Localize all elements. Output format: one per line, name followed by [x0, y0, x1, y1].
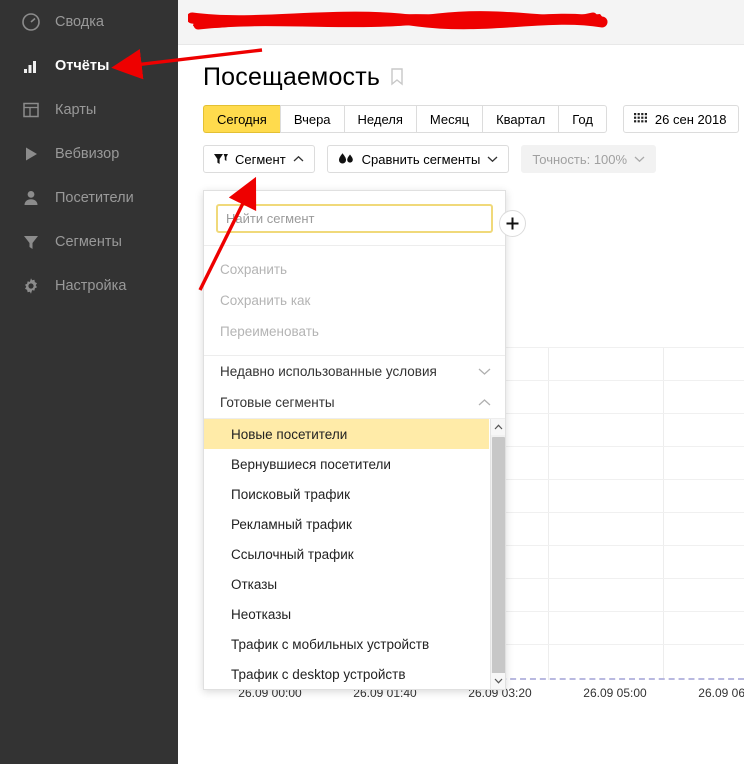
bar-chart-icon	[20, 55, 42, 77]
period-tab-quarter[interactable]: Квартал	[482, 105, 559, 133]
segment-actions: Сохранить Сохранить как Переименовать	[204, 246, 505, 355]
segment-section-headers: Недавно использованные условия Готовые с…	[204, 355, 505, 418]
date-picker-value: 26 сен 2018	[654, 111, 727, 127]
sidebar-item-label: Посетители	[55, 190, 134, 206]
compare-drops-icon	[338, 152, 355, 166]
rename-segment-action[interactable]: Переименовать	[204, 316, 505, 347]
funnel-icon	[214, 153, 228, 166]
period-selector: Сегодня Вчера Неделя Месяц Квартал Год 2…	[178, 92, 744, 133]
page-title: Посещаемость	[203, 63, 381, 91]
segment-button-label: Сегмент	[235, 151, 286, 167]
list-item[interactable]: Вернувшиеся посетители	[204, 449, 489, 479]
period-tab-month[interactable]: Месяц	[415, 105, 483, 133]
list-item[interactable]: Трафик с мобильных устройств	[204, 629, 489, 659]
accuracy-button[interactable]: Точность: 100%	[521, 145, 657, 173]
section-label: Готовые сегменты	[220, 395, 335, 410]
segment-dropdown-panel: Сохранить Сохранить как Переименовать Не…	[203, 190, 506, 690]
segment-button[interactable]: Сегмент	[203, 145, 315, 173]
analytics-app: Сводка Отчёты Карты Вебвизор Посетители	[0, 0, 744, 764]
table-icon	[20, 99, 42, 121]
list-item[interactable]: Поисковый трафик	[204, 479, 489, 509]
sidebar-item-label: Сегменты	[55, 234, 122, 250]
compare-segments-label: Сравнить сегменты	[361, 151, 481, 167]
sidebar-item-svodka[interactable]: Сводка	[0, 0, 178, 44]
period-tab-year[interactable]: Год	[558, 105, 607, 133]
add-segment-button[interactable]	[499, 210, 526, 237]
list-item[interactable]: Ссылочный трафик	[204, 539, 489, 569]
compare-segments-button[interactable]: Сравнить сегменты	[326, 145, 510, 173]
scrollbar-down-arrow[interactable]	[491, 673, 505, 689]
gear-icon	[20, 275, 42, 297]
sidebar-item-karty[interactable]: Карты	[0, 88, 178, 132]
period-tab-today[interactable]: Сегодня	[203, 105, 280, 133]
sidebar-item-otchety[interactable]: Отчёты	[0, 44, 178, 88]
sidebar-item-label: Карты	[55, 102, 97, 118]
chevron-up-icon	[293, 155, 304, 163]
segment-list: Новые посетители Вернувшиеся посетители …	[204, 418, 505, 689]
gauge-icon	[20, 11, 42, 33]
sidebar-item-segmenty[interactable]: Сегменты	[0, 220, 178, 264]
user-icon	[20, 187, 42, 209]
x-tick-label: 26.09 05:00	[583, 686, 647, 700]
sidebar-item-label: Отчёты	[55, 58, 110, 74]
list-item[interactable]: Рекламный трафик	[204, 509, 489, 539]
list-item[interactable]: Неотказы	[204, 599, 489, 629]
page-header: Посещаемость	[178, 45, 744, 92]
accuracy-label: Точность: 100%	[532, 151, 628, 167]
section-recent-conditions[interactable]: Недавно использованные условия	[204, 356, 505, 387]
funnel-icon	[20, 231, 42, 253]
redaction-scribble	[188, 11, 608, 30]
list-item[interactable]: Отказы	[204, 569, 489, 599]
section-ready-segments[interactable]: Готовые сегменты	[204, 387, 505, 418]
save-segment-action[interactable]: Сохранить	[204, 254, 505, 285]
section-label: Недавно использованные условия	[220, 364, 437, 379]
date-picker-button[interactable]: 26 сен 2018	[622, 105, 740, 133]
chevron-down-icon	[478, 364, 491, 379]
x-tick-label: 26.09 06:40	[698, 686, 744, 700]
save-as-segment-action[interactable]: Сохранить как	[204, 285, 505, 316]
sidebar-item-vebvizor[interactable]: Вебвизор	[0, 132, 178, 176]
sidebar-item-label: Настройка	[55, 278, 127, 294]
segment-list-scrollbar[interactable]	[490, 419, 505, 689]
sidebar-item-posetiteli[interactable]: Посетители	[0, 176, 178, 220]
list-item[interactable]: Новые посетители	[204, 419, 489, 449]
scrollbar-thumb[interactable]	[492, 437, 505, 689]
chevron-down-icon	[487, 155, 498, 163]
period-tab-group: Сегодня Вчера Неделя Месяц Квартал Год	[203, 105, 607, 133]
segment-list-scroll-area: Новые посетители Вернувшиеся посетители …	[204, 419, 505, 689]
sidebar-item-nastroyka[interactable]: Настройка	[0, 264, 178, 308]
list-item[interactable]: Трафик с desktop устройств	[204, 659, 489, 689]
sidebar-item-label: Вебвизор	[55, 146, 120, 162]
segment-search-wrap	[204, 191, 505, 245]
scrollbar-up-arrow[interactable]	[491, 419, 505, 435]
sidebar-item-label: Сводка	[55, 14, 104, 30]
segment-toolbar: Сегмент Сравнить сегменты Точность: 100%	[178, 133, 744, 173]
chevron-up-icon	[478, 395, 491, 410]
app-topbar	[178, 0, 744, 45]
period-tab-week[interactable]: Неделя	[343, 105, 416, 133]
sidebar: Сводка Отчёты Карты Вебвизор Посетители	[0, 0, 178, 764]
calendar-icon	[633, 112, 647, 126]
chevron-down-icon	[634, 155, 645, 163]
play-icon	[20, 143, 42, 165]
segment-search-input[interactable]	[216, 204, 493, 233]
bookmark-icon[interactable]	[390, 68, 404, 91]
period-tab-yesterday[interactable]: Вчера	[279, 105, 344, 133]
